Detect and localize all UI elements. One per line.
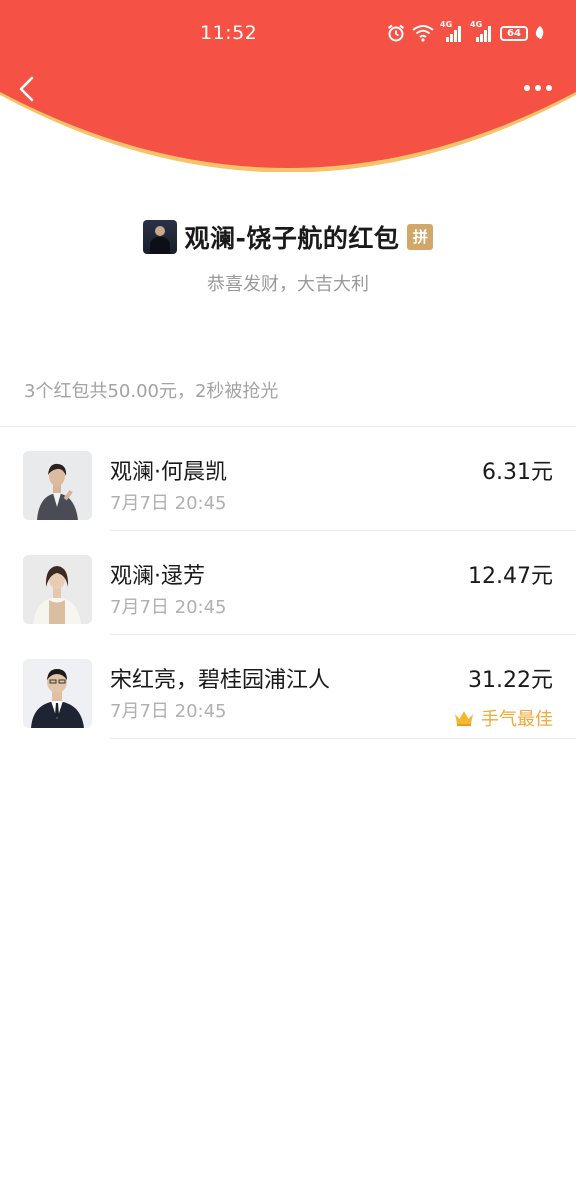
packet-title-row: 观澜-饶子航的红包 拼 [0, 218, 576, 256]
more-dots-icon [524, 85, 552, 91]
battery-icon: 64 [500, 25, 528, 41]
best-luck-label: 手气最佳 [481, 709, 553, 730]
receive-time: 7月7日 20:45 [110, 493, 227, 514]
status-icons: 4G 4G 64 [386, 20, 546, 43]
divider [110, 738, 576, 739]
status-time: 11:52 [200, 22, 258, 44]
signal-icon: 4G [440, 20, 464, 43]
packet-title: 观澜-饶子航的红包 [184, 224, 400, 253]
back-button[interactable] [14, 72, 42, 106]
list-item[interactable]: 宋红亮，碧桂园浦江人 7月7日 20:45 31.22元 手气最佳 [0, 635, 576, 739]
best-luck-badge: 手气最佳 [453, 705, 553, 731]
packet-summary: 3个红包共50.00元，2秒被抢光 [24, 381, 279, 402]
recipient-name: 观澜·何晨凯 [110, 460, 227, 485]
leaf-icon [535, 26, 544, 39]
chevron-left-icon [19, 76, 34, 102]
avatar[interactable] [23, 659, 92, 728]
red-packet-header: 11:52 4G 4G 64 [0, 0, 576, 172]
recipient-list: 观澜·何晨凯 7月7日 20:45 6.31元 观澜·逯芳 7月7日 20:45… [0, 427, 576, 739]
recipient-name: 观澜·逯芳 [110, 564, 205, 589]
alarm-icon [387, 24, 405, 42]
packet-blessing: 恭喜发财，大吉大利 [207, 274, 369, 295]
status-bar: 11:52 4G 4G 64 [0, 0, 576, 68]
avatar[interactable] [23, 555, 92, 624]
list-item[interactable]: 观澜·逯芳 7月7日 20:45 12.47元 [0, 531, 576, 635]
receive-time: 7月7日 20:45 [110, 597, 227, 618]
received-amount: 12.47元 [468, 564, 553, 589]
avatar[interactable] [23, 451, 92, 520]
pin-badge: 拼 [407, 224, 434, 250]
received-amount: 31.22元 [468, 668, 553, 693]
recipient-name: 宋红亮，碧桂园浦江人 [110, 668, 331, 693]
list-item[interactable]: 观澜·何晨凯 7月7日 20:45 6.31元 [0, 427, 576, 531]
wifi-icon [412, 25, 434, 42]
receive-time: 7月7日 20:45 [110, 701, 227, 722]
crown-icon [455, 711, 473, 726]
sender-avatar[interactable] [142, 220, 177, 254]
received-amount: 6.31元 [482, 460, 553, 485]
signal-icon-2: 4G [470, 20, 494, 43]
more-button[interactable] [522, 78, 554, 98]
